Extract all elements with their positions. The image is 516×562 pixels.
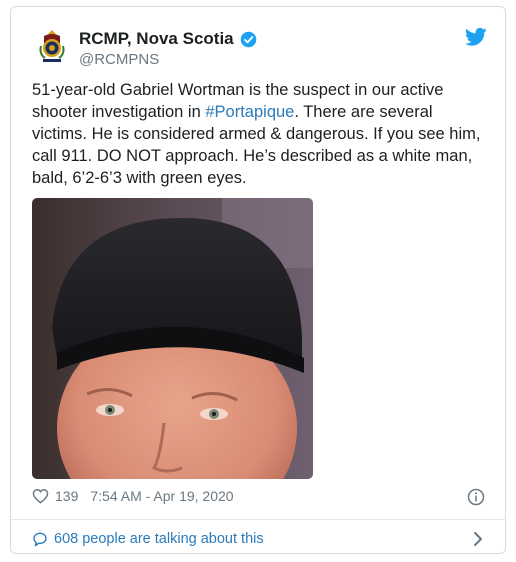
chevron-right-icon[interactable] [473, 531, 483, 547]
tweet-card: RCMP, Nova Scotia @RCMPNS 51-year-old Ga… [10, 6, 506, 554]
twitter-bird-icon[interactable] [465, 27, 487, 47]
account-name-label: RCMP, Nova Scotia [79, 29, 234, 48]
like-count: 139 [55, 488, 79, 504]
tweet-text: 51-year-old Gabriel Wortman is the suspe… [32, 79, 492, 189]
speech-bubble-icon [33, 532, 47, 547]
verified-badge-icon [240, 31, 256, 47]
conversation-label: 608 people are talking about this [54, 531, 264, 547]
divider [11, 519, 505, 520]
info-icon[interactable] [467, 488, 485, 506]
tweet-timestamp[interactable]: 7:54 AM - Apr 19, 2020 [90, 488, 233, 504]
account-name[interactable]: RCMP, Nova Scotia [79, 29, 257, 49]
suspect-photo-image [32, 198, 313, 479]
account-avatar[interactable] [33, 27, 71, 65]
conversation-link[interactable]: 608 people are talking about this [32, 528, 487, 550]
account-handle[interactable]: @RCMPNS [79, 51, 159, 68]
tweet-photo[interactable] [32, 198, 313, 479]
heart-icon[interactable] [32, 488, 49, 504]
rcmp-crest-icon [39, 30, 65, 62]
tweet-meta: 139 7:54 AM - Apr 19, 2020 [32, 488, 234, 504]
hashtag-link[interactable]: #Portapique [205, 103, 294, 121]
